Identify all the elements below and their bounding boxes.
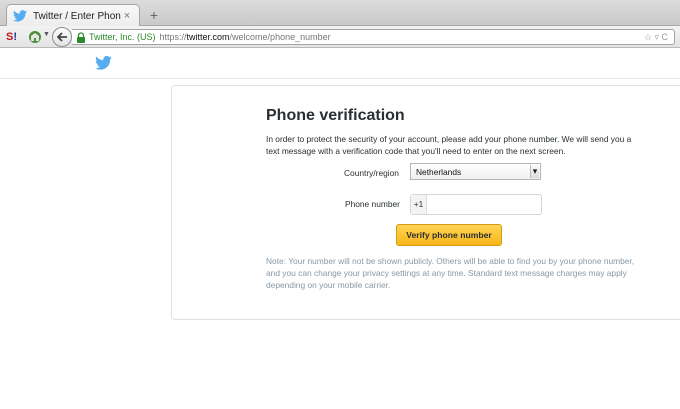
page-header	[0, 49, 680, 79]
url-text[interactable]: https://twitter.com/welcome/phone_number	[160, 32, 644, 42]
dropdown-arrow-icon[interactable]: ▾	[530, 165, 539, 178]
lock-icon	[77, 31, 85, 43]
address-bar[interactable]: Twitter, Inc. (US) https://twitter.com/w…	[72, 29, 675, 45]
country-select[interactable]: Netherlands ▾	[410, 163, 541, 180]
extension-globe-icon[interactable]	[28, 30, 42, 44]
phone-label: Phone number	[345, 199, 400, 209]
close-icon[interactable]: ×	[121, 10, 133, 22]
verify-phone-button[interactable]: Verify phone number	[396, 224, 502, 246]
verification-description: In order to protect the security of your…	[266, 134, 632, 156]
new-tab-button[interactable]: +	[145, 7, 163, 23]
country-label: Country/region	[344, 168, 399, 178]
browser-tab[interactable]: Twitter / Enter Phone Number ×	[6, 4, 140, 27]
back-button[interactable]	[52, 27, 72, 47]
extension-s-icon[interactable]: S!	[6, 30, 20, 44]
phone-number-input[interactable]	[427, 195, 541, 214]
browser-navbar: S! ▼ Twitter, Inc. (US) https://twitter.…	[0, 26, 680, 48]
country-value: Netherlands	[416, 166, 462, 177]
phone-country-code: +1	[411, 195, 427, 214]
phone-verification-card: Phone verification In order to protect t…	[171, 85, 680, 320]
twitter-bird-icon[interactable]	[95, 56, 112, 70]
phone-field[interactable]: +1	[410, 194, 542, 215]
privacy-note: Note: Your number will not be shown publ…	[266, 256, 635, 290]
star-reload-icons[interactable]: ☆ ▿ C	[644, 32, 668, 43]
twitter-bird-icon	[13, 10, 27, 22]
browser-tabstrip: Twitter / Enter Phone Number × +	[0, 0, 680, 27]
chevron-down-icon[interactable]: ▼	[43, 31, 50, 38]
page-title: Phone verification	[266, 107, 405, 124]
tab-title: Twitter / Enter Phone Number	[33, 10, 121, 22]
site-identity[interactable]: Twitter, Inc. (US)	[89, 32, 156, 42]
back-arrow-icon	[56, 32, 67, 42]
